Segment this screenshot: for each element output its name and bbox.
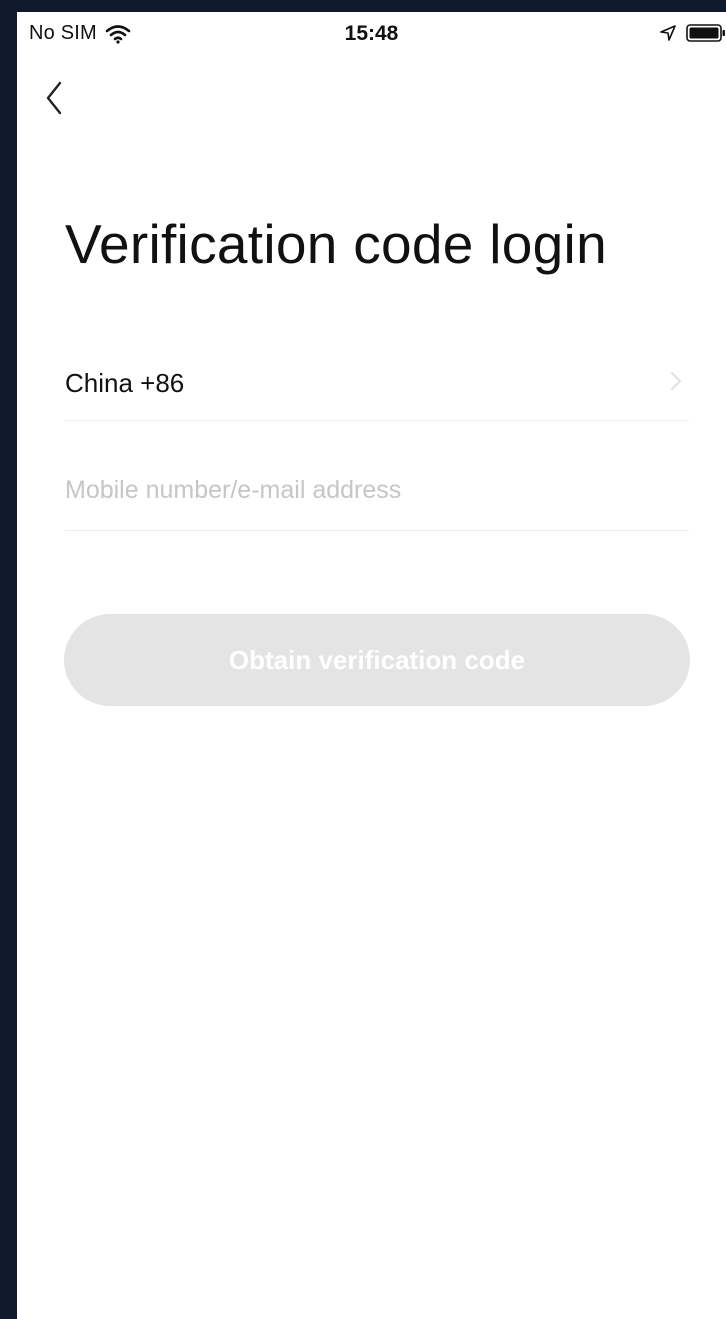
status-bar: No SIM 15:48 [17,12,726,56]
back-button[interactable] [39,78,69,118]
status-right-group [660,24,726,42]
chevron-right-icon [671,372,681,390]
country-label: China +86 [65,368,185,398]
location-icon [660,25,676,41]
chevron-left-icon [46,81,62,115]
country-selector[interactable]: China +86 [65,342,689,421]
app-screen: No SIM 15:48 Verification code login Chi… [17,12,726,1319]
status-time: 15:48 [344,22,399,45]
page-title: Verification code login [65,213,607,275]
mobile-field-row [65,450,689,531]
obtain-code-button[interactable]: Obtain verification code [64,614,690,706]
device-frame-top [0,0,726,12]
battery-icon [686,24,725,42]
mobile-email-input[interactable] [65,468,665,512]
